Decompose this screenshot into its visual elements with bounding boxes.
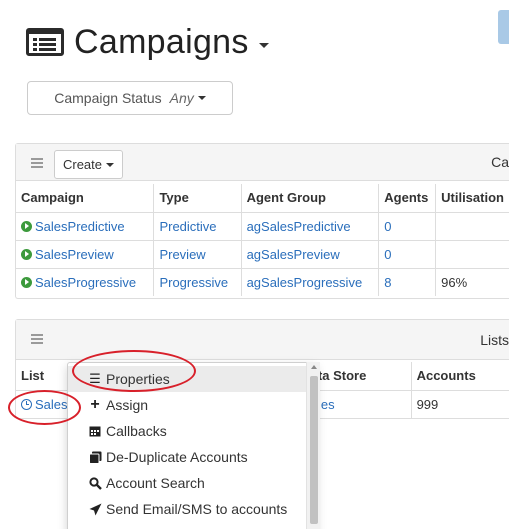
create-button[interactable]: Create [54,150,123,179]
menu-item-label: Send Email/SMS to accounts [106,501,288,517]
col-type[interactable]: Type [153,184,242,213]
filter-label: Campaign Status [54,90,162,106]
menu-item-label: Properties [106,371,170,387]
utilisation-cell [435,212,509,241]
campaign-link[interactable]: SalesPredictive [35,219,125,234]
list-link[interactable]: Sales [35,397,68,412]
menu-item-label: Assign [106,397,149,413]
scrollbar-thumb[interactable] [310,376,318,524]
campaigns-panel: Create Ca Campaign Type Agent Group Agen… [15,143,509,299]
list-icon: ☰ [89,371,101,386]
menu-item-send-email-sms[interactable]: Send Email/SMS to accounts [68,496,316,522]
type-link[interactable]: Predictive [159,219,216,234]
menu-scrollbar[interactable] [306,362,320,529]
create-button-label: Create [62,157,103,172]
chevron-down-icon [106,162,115,167]
campaigns-panel-heading: Create Ca [16,144,509,181]
utilisation-cell: 96% [441,274,468,290]
agent-group-link[interactable]: agSalesPreview [247,247,340,262]
clock-icon[interactable] [21,398,32,410]
table-row: SalesPreview Preview agSalesPreview 0 [16,240,509,269]
menu-item-more[interactable]: ● [68,522,316,529]
menu-item-account-search[interactable]: Account Search [68,470,316,496]
col-agent-group[interactable]: Agent Group [241,184,380,213]
col-data-store[interactable]: ata Store [304,362,412,391]
menu-item-assign[interactable]: + Assign [68,392,316,418]
campaigns-panel-title: Ca [491,154,509,170]
agents-link[interactable]: 0 [384,219,391,234]
list-context-menu: ☰ Properties + Assign Callbacks De-Dupli… [67,362,317,529]
campaign-list-icon [26,28,64,56]
agent-group-link[interactable]: agSalesPredictive [247,219,351,234]
agents-link[interactable]: 8 [384,275,391,290]
type-link[interactable]: Preview [159,247,205,262]
col-campaign[interactable]: Campaign [16,184,155,213]
col-accounts[interactable]: Accounts [411,362,509,391]
table-row: SalesPredictive Predictive agSalesPredic… [16,212,509,241]
lists-panel-heading: Lists [16,320,509,360]
type-link[interactable]: Progressive [159,275,228,290]
plus-icon: + [90,396,100,413]
col-agents[interactable]: Agents [378,184,437,213]
filter-value: Any [169,90,194,106]
hamburger-icon[interactable] [31,158,43,170]
agent-group-link[interactable]: agSalesProgressive [247,275,363,290]
lists-panel-title: Lists [480,332,509,348]
campaigns-table: Campaign Type Agent Group Agents Utilisa… [16,184,509,296]
col-utilisation[interactable]: Utilisation [435,184,509,213]
campaign-link[interactable]: SalesProgressive [35,275,136,290]
campaign-status-filter[interactable]: Campaign Status Any [27,81,233,115]
play-icon[interactable] [21,248,32,260]
menu-item-label: Account Search [106,475,205,491]
agents-link[interactable]: 0 [384,247,391,262]
hamburger-icon[interactable] [31,334,43,346]
page-title: Campaigns [74,22,249,61]
copy-icon [88,450,102,464]
page-header: Campaigns [26,22,269,62]
table-row: SalesProgressive Progressive agSalesProg… [16,268,509,296]
search-icon [88,476,102,490]
play-icon[interactable] [21,276,32,288]
accounts-cell: 999 [416,396,439,412]
scroll-up-icon[interactable] [311,365,317,369]
menu-item-label: De-Duplicate Accounts [106,449,248,465]
menu-item-deduplicate[interactable]: De-Duplicate Accounts [68,444,316,470]
title-dropdown-caret-icon[interactable] [258,42,269,48]
menu-item-label: Callbacks [106,423,167,439]
menu-item-properties[interactable]: ☰ Properties [68,366,316,392]
top-right-button[interactable] [498,10,509,44]
campaign-link[interactable]: SalesPreview [35,247,114,262]
menu-item-callbacks[interactable]: Callbacks [68,418,316,444]
play-icon[interactable] [21,220,32,232]
send-icon [88,502,102,516]
calendar-icon [88,424,102,438]
utilisation-cell [435,240,509,269]
chevron-down-icon [197,96,206,100]
